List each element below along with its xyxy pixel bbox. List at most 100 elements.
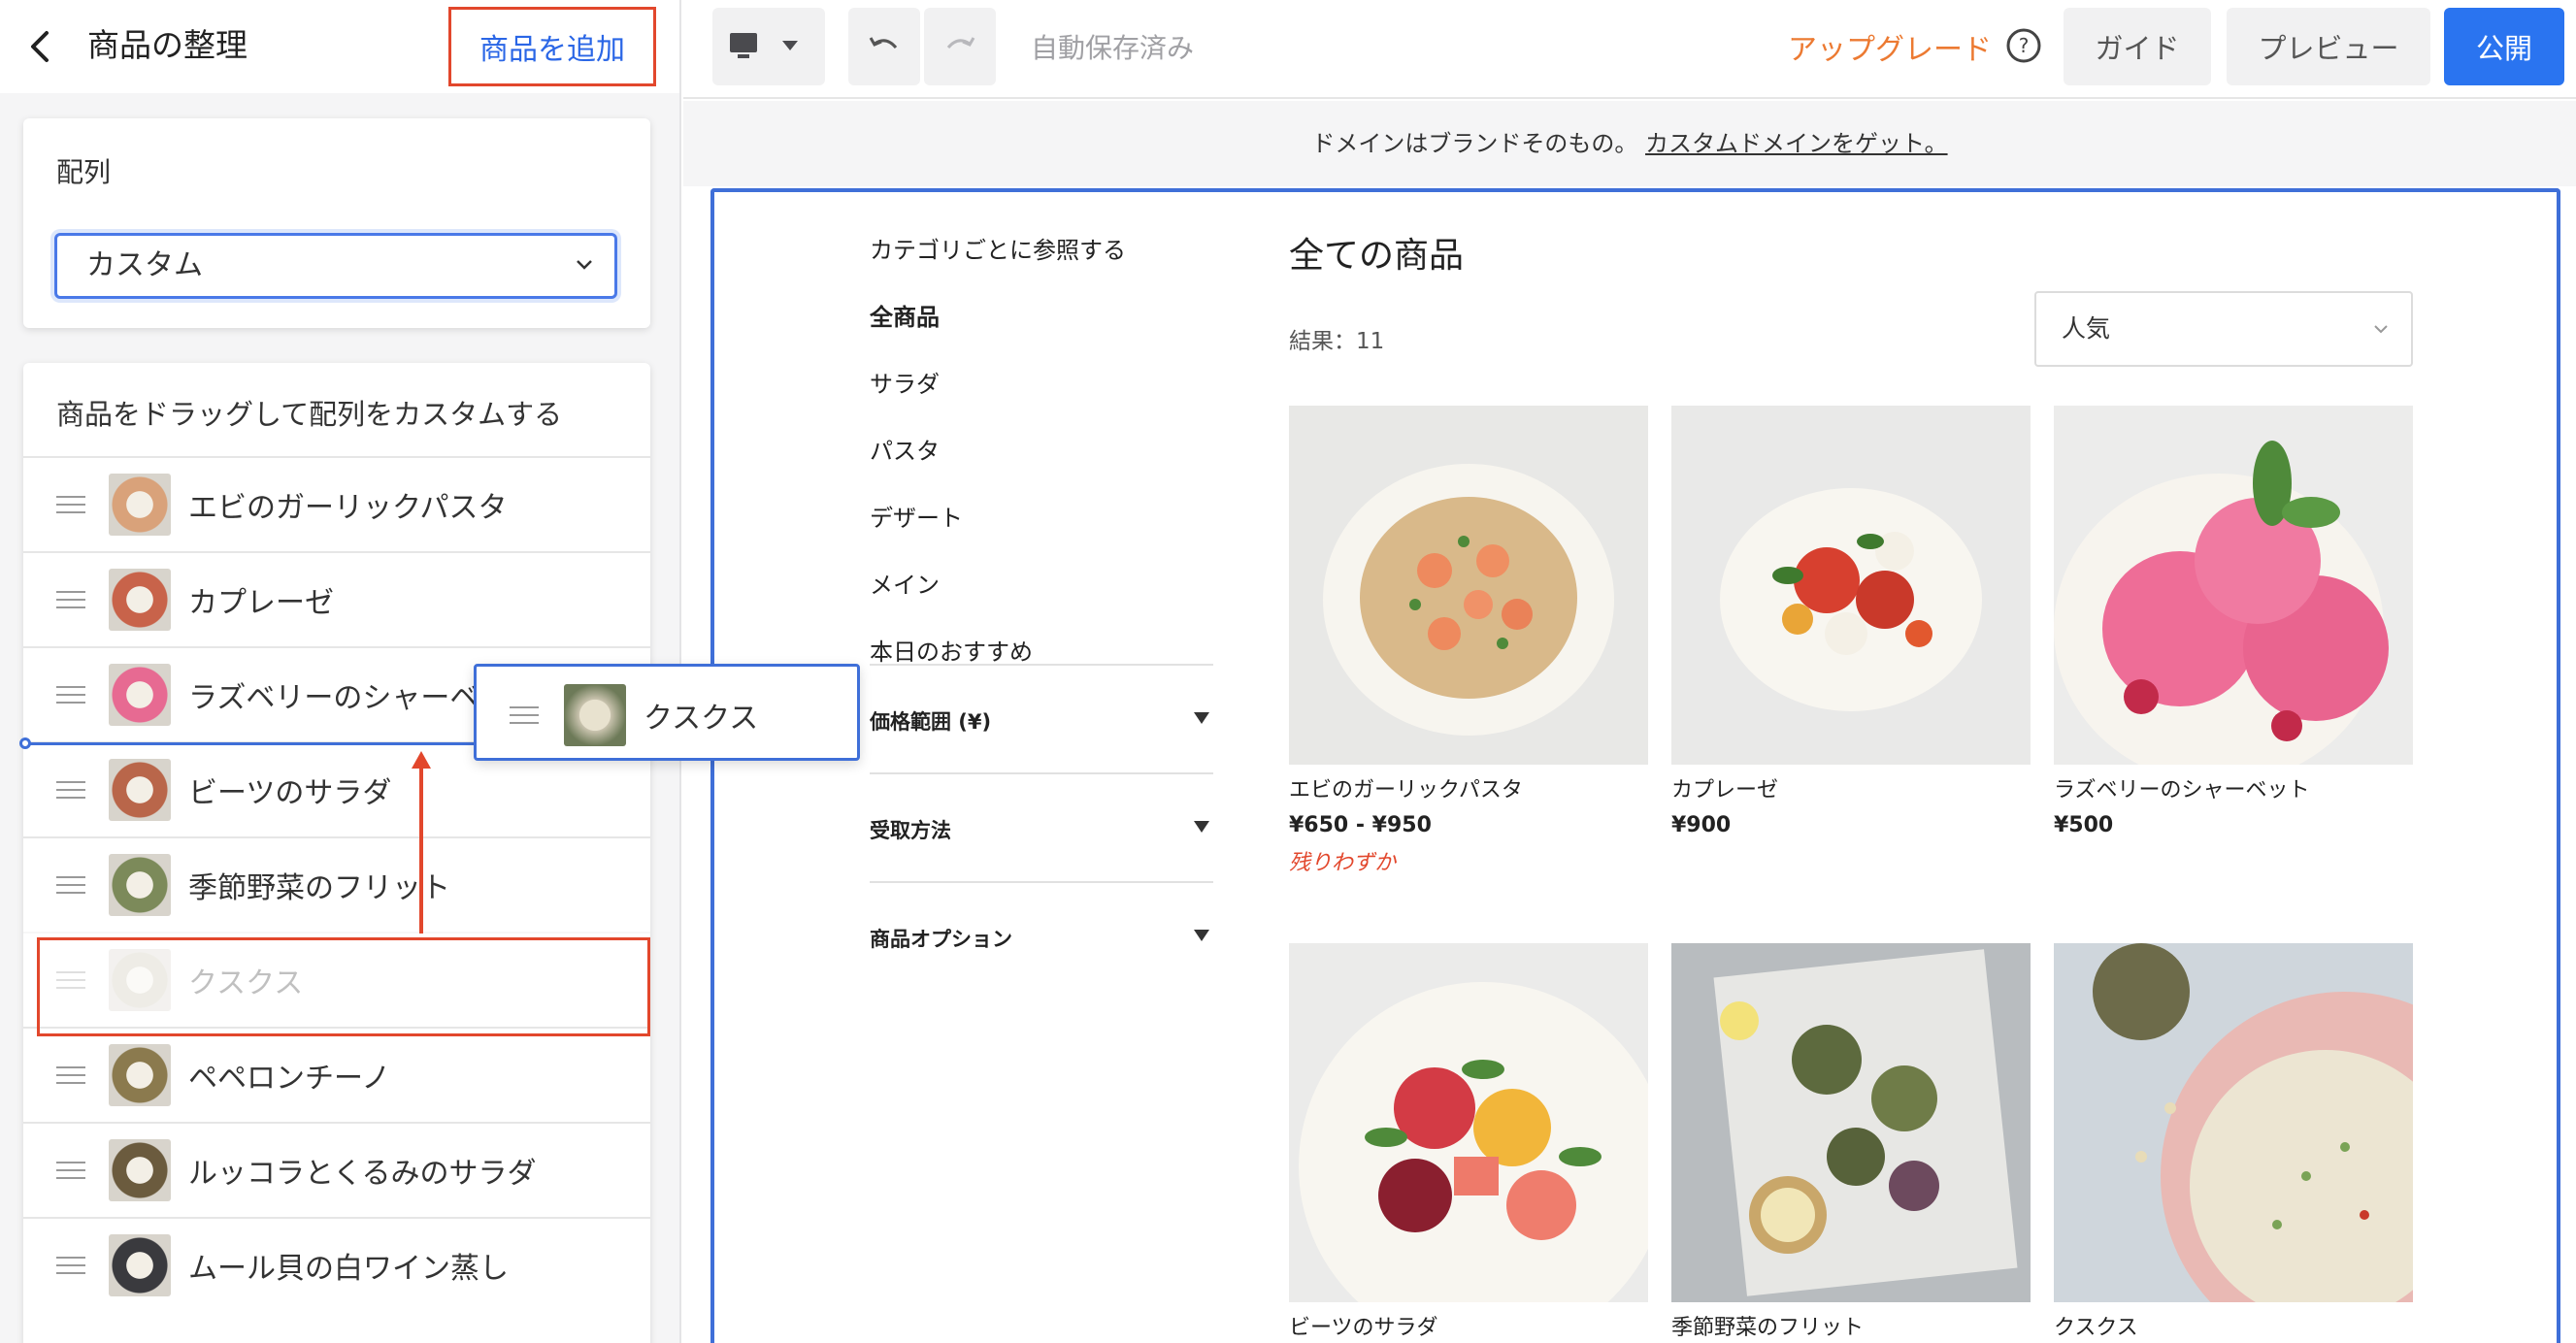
undo-icon bbox=[869, 37, 898, 49]
product-thumbnail bbox=[109, 664, 171, 726]
undo-button[interactable] bbox=[848, 8, 920, 85]
back-arrow-icon[interactable] bbox=[25, 27, 56, 66]
drag-handle-icon[interactable] bbox=[56, 780, 85, 800]
product-order-name: ルッコラとくるみのサラダ bbox=[188, 1157, 537, 1191]
category-item[interactable]: 全商品 bbox=[870, 298, 1219, 332]
help-icon[interactable]: ? bbox=[2005, 27, 2042, 64]
product-thumbnail bbox=[109, 1234, 171, 1296]
drag-handle-icon[interactable] bbox=[56, 590, 85, 609]
drop-indicator-dot bbox=[19, 737, 31, 749]
sort-select-value: カスタム bbox=[86, 248, 203, 282]
sort-card: 配列 カスタム bbox=[23, 118, 650, 328]
product-order-item[interactable]: カプレーゼ bbox=[23, 551, 650, 644]
triangle-down-icon bbox=[1194, 712, 1209, 724]
desktop-icon bbox=[730, 33, 798, 58]
filter-options[interactable]: 商品オプション bbox=[870, 881, 1213, 990]
product-order-item[interactable]: ルッコラとくるみのサラダ bbox=[23, 1122, 650, 1215]
drag-handle-icon[interactable] bbox=[56, 970, 85, 990]
product-thumbnail bbox=[109, 854, 171, 916]
product-card[interactable]: ラズベリーのシャーベット ¥500 bbox=[2054, 406, 2413, 837]
product-order-name: クスクス bbox=[188, 966, 304, 1000]
product-order-name: 季節野菜のフリット bbox=[188, 871, 450, 905]
triangle-down-icon bbox=[1194, 930, 1209, 941]
custom-domain-link[interactable]: カスタムドメインをゲット。 bbox=[1645, 130, 1948, 157]
product-name: 季節野菜のフリット bbox=[1671, 1316, 1865, 1340]
list-heading: 商品をドラッグして配列をカスタムする bbox=[56, 398, 563, 431]
drag-preview[interactable]: クスクス bbox=[474, 664, 860, 761]
product-card[interactable]: 季節野菜のフリット bbox=[1671, 943, 2031, 1341]
category-item[interactable]: メイン bbox=[870, 566, 1219, 600]
publish-button[interactable]: 公開 bbox=[2444, 8, 2564, 85]
stock-label: 残りわずか bbox=[1289, 851, 1397, 875]
upgrade-link[interactable]: アップグレード bbox=[1788, 25, 1992, 68]
sort-dropdown-value: 人気 bbox=[2062, 314, 2111, 343]
product-name: ビーツのサラダ bbox=[1289, 1316, 1438, 1340]
drag-handle-icon[interactable] bbox=[56, 685, 85, 704]
category-item[interactable]: サラダ bbox=[870, 365, 1219, 399]
drag-handle-icon[interactable] bbox=[56, 875, 85, 895]
product-card[interactable]: カプレーゼ ¥900 bbox=[1671, 406, 2031, 837]
product-order-name: ビーツのサラダ bbox=[188, 776, 392, 810]
product-order-name: エビのガーリックパスタ bbox=[188, 491, 508, 525]
redo-icon bbox=[946, 37, 975, 49]
product-order-name: カプレーゼ bbox=[188, 586, 334, 620]
drag-handle-icon bbox=[510, 706, 539, 724]
products-title: 全ての商品 bbox=[1289, 236, 1465, 276]
filter-label: 商品オプション bbox=[870, 928, 1012, 951]
drag-handle-icon[interactable] bbox=[56, 1161, 85, 1180]
banner-text: ドメインはブランドそのもの。 bbox=[1311, 130, 1638, 157]
product-price: ¥900 bbox=[1671, 813, 1732, 837]
drag-handle-icon[interactable] bbox=[56, 1065, 85, 1085]
product-name: ラズベリーのシャーベット bbox=[2054, 778, 2310, 803]
category-item[interactable]: パスタ bbox=[870, 432, 1219, 466]
add-product-button[interactable]: 商品を追加 bbox=[448, 7, 656, 86]
product-price: ¥500 bbox=[2054, 813, 2114, 837]
product-card[interactable]: ビーツのサラダ bbox=[1289, 943, 1648, 1341]
product-order-item[interactable]: エビのガーリックパスタ bbox=[23, 456, 650, 549]
product-name: クスクス bbox=[2054, 1316, 2138, 1340]
product-image bbox=[2054, 943, 2413, 1302]
drag-handle-icon[interactable] bbox=[56, 1256, 85, 1275]
product-name: カプレーゼ bbox=[1671, 778, 1779, 803]
filter-label: 受取方法 bbox=[870, 819, 951, 842]
guide-button[interactable]: ガイド bbox=[2064, 8, 2211, 85]
product-image bbox=[1289, 943, 1648, 1302]
sort-dropdown[interactable]: 人気 bbox=[2034, 291, 2413, 367]
drag-item-name: クスクス bbox=[644, 702, 759, 736]
product-order-item[interactable]: ムール貝の白ワイン蒸し bbox=[23, 1217, 650, 1310]
product-image bbox=[2054, 406, 2413, 765]
chevron-down-icon bbox=[577, 260, 592, 270]
product-order-item[interactable]: クスクス bbox=[23, 932, 650, 1025]
product-image bbox=[1671, 406, 2031, 765]
sort-select[interactable]: カスタム bbox=[54, 233, 617, 299]
site-preview: カテゴリごとに参照する 全商品 サラダ パスタ デザート メイン 本日のおすすめ 価格範囲… bbox=[710, 188, 2560, 1343]
product-order-item[interactable]: ペペロンチーノ bbox=[23, 1027, 650, 1120]
sort-label: 配列 bbox=[56, 156, 112, 188]
category-list: 全商品サラダパスタデザートメイン本日のおすすめ bbox=[870, 298, 1219, 667]
filter-pickup[interactable]: 受取方法 bbox=[870, 772, 1213, 881]
product-price: ¥650 - ¥950 bbox=[1289, 813, 1432, 837]
product-card[interactable]: エビのガーリックパスタ ¥650 - ¥950 残りわずか bbox=[1289, 406, 1648, 876]
product-image bbox=[1671, 943, 2031, 1302]
product-card[interactable]: クスクス bbox=[2054, 943, 2413, 1341]
triangle-down-icon bbox=[1194, 821, 1209, 833]
preview-button[interactable]: プレビュー bbox=[2227, 8, 2430, 85]
product-order-name: ペペロンチーノ bbox=[188, 1062, 391, 1096]
category-item[interactable]: デザート bbox=[870, 499, 1219, 533]
filter-price[interactable]: 価格範囲 (¥) bbox=[870, 664, 1213, 772]
product-thumbnail bbox=[109, 1044, 171, 1106]
svg-text:?: ? bbox=[2019, 34, 2030, 57]
redo-button[interactable] bbox=[924, 8, 996, 85]
filter-label: 価格範囲 (¥) bbox=[870, 710, 992, 734]
product-name: エビのガーリックパスタ bbox=[1289, 778, 1523, 803]
panel-title: 商品の整理 bbox=[87, 26, 248, 64]
device-toggle-button[interactable] bbox=[712, 8, 825, 85]
product-order-item[interactable]: 季節野菜のフリット bbox=[23, 836, 650, 930]
product-thumbnail bbox=[109, 759, 171, 821]
category-item[interactable]: 本日のおすすめ bbox=[870, 633, 1219, 667]
product-thumbnail bbox=[109, 1139, 171, 1201]
chevron-down-icon bbox=[2374, 325, 2388, 334]
product-thumbnail bbox=[109, 949, 171, 1011]
product-order-name: ムール貝の白ワイン蒸し bbox=[188, 1252, 509, 1286]
drag-handle-icon[interactable] bbox=[56, 495, 85, 514]
